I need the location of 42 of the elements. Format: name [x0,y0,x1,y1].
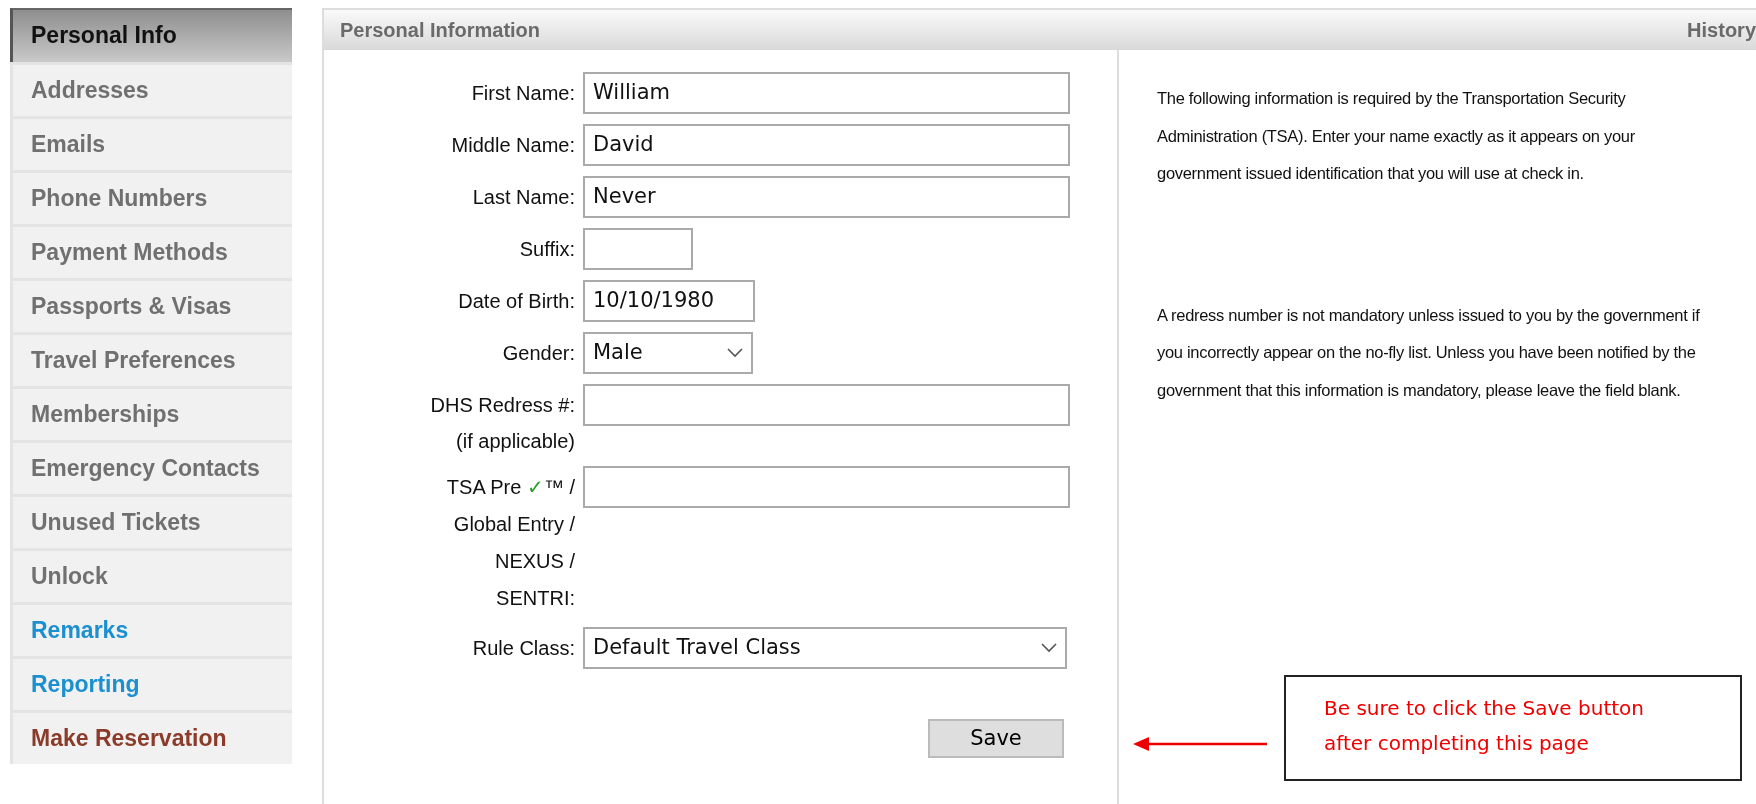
field-label: Suffix: [518,237,575,262]
field-label: Middle Name: [450,133,575,158]
sidebar-item[interactable]: Addresses [10,62,292,116]
save-button[interactable]: Save [928,719,1064,758]
input-field[interactable]: 10/10/1980 [583,280,755,322]
field-label: DHS Redress #: [429,393,575,418]
dropdown[interactable]: Male [583,332,753,374]
input-field[interactable] [583,384,1070,426]
panel-title: Personal Information [340,18,541,43]
arrow-icon [1133,736,1267,752]
input-field[interactable] [583,228,693,270]
field-label: Date of Birth: [457,289,575,314]
field-note: (if applicable) [455,429,575,454]
input-field[interactable]: William [583,72,1070,114]
sidebar-item[interactable]: Unused Tickets [10,494,292,548]
input-field[interactable] [583,466,1070,508]
sidebar-item[interactable]: Emergency Contacts [10,440,292,494]
chevron-icon [1041,643,1057,653]
sidebar-item[interactable]: Passports & Visas [10,278,292,332]
field-label: Rule Class: [471,636,575,661]
field-label: Last Name: [471,185,575,210]
dropdown[interactable]: Default Travel Class [583,627,1067,669]
sidebar-item[interactable]: Make Reservation [10,710,292,764]
sidebar-item[interactable]: Unlock [10,548,292,602]
field-label: First Name: [470,81,575,106]
sidebar-item[interactable]: Travel Preferences [10,332,292,386]
callout-note: Be sure to click the Save button after completing this page [1284,675,1742,781]
sidebar-item[interactable]: Reporting [10,656,292,710]
input-field[interactable]: Never [583,176,1070,218]
sidebar-item[interactable]: Emails [10,116,292,170]
field-label: TSA Pre ✓™ / Global Entry / NEXUS / SENTRI: [445,475,575,611]
help-text: A redress number is not mandatory unless issued to you by the government if you incorrectly appear on the no-fly list. Unless you have been notified by the government that this information is mandatory, please leave the field blank. [1157,304,1701,401]
input-field[interactable]: David [583,124,1070,166]
sidebar-item[interactable]: Personal Info [10,8,292,62]
sidebar-item[interactable]: Remarks [10,602,292,656]
field-label: Gender: [501,341,575,366]
sidebar-item[interactable]: Payment Methods [10,224,292,278]
sidebar-item[interactable]: Phone Numbers [10,170,292,224]
history-link[interactable]: History [1687,15,1756,45]
sidebar-item[interactable]: Memberships [10,386,292,440]
chevron-icon [727,348,743,358]
help-text: The following information is required by the Transportation Security Administration (TSA). Enter your name exactly as it appears on your government issued identification that you will use at check in. [1157,88,1636,184]
